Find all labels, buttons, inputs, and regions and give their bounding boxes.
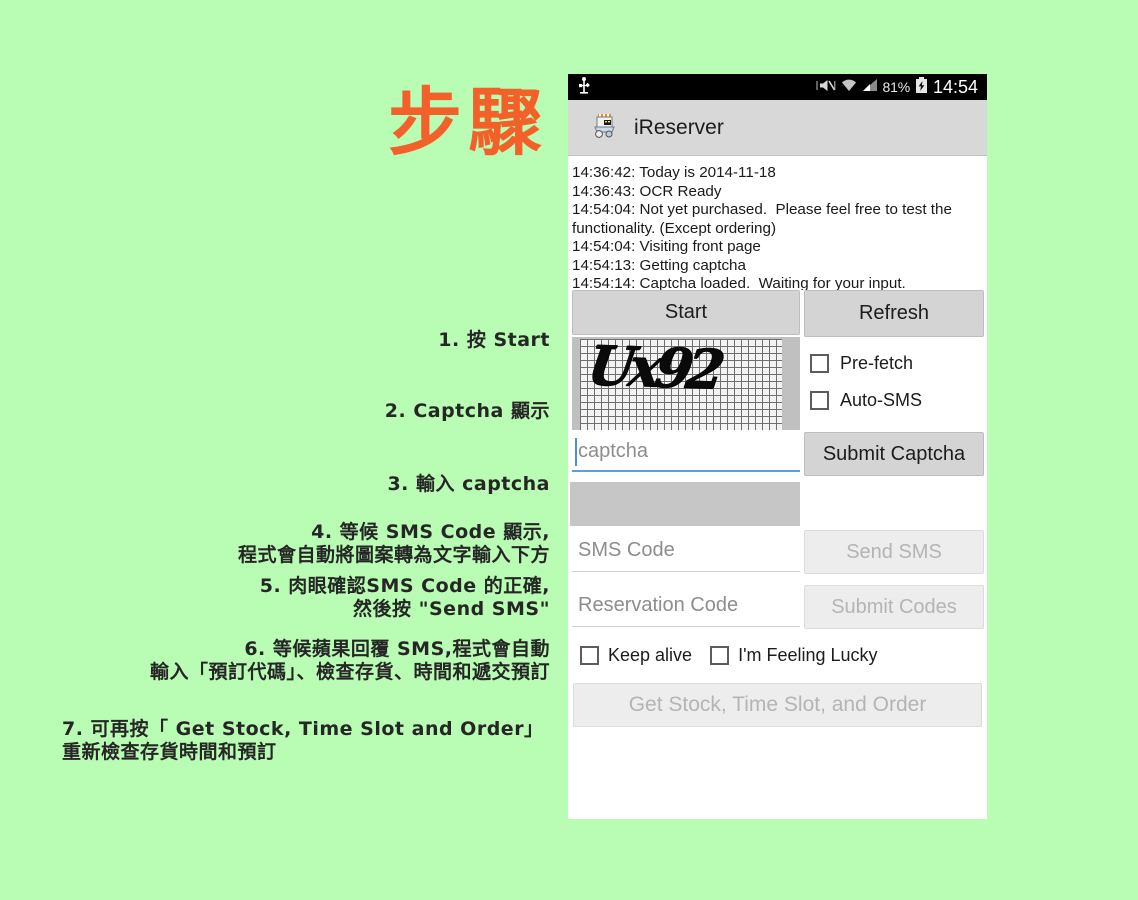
get-stock-button[interactable]: Get Stock, Time Slot, and Order (573, 683, 982, 727)
keepalive-checkbox-row[interactable]: Keep alive (580, 637, 692, 674)
ireserver-app-icon (590, 110, 620, 145)
feelinglucky-label: I'm Feeling Lucky (738, 645, 878, 665)
captcha-input[interactable]: captcha (572, 432, 800, 472)
autosms-checkbox-row[interactable]: Auto-SMS (810, 382, 987, 419)
captcha-row: Ux92 Pre-fetch Auto-SMS (568, 337, 987, 430)
wifi-icon (841, 78, 857, 96)
step-item-4: 4. 等候 SMS Code 顯示, 程式會自動將圖案轉為文字輸入下方 (237, 521, 550, 567)
action-bar: iReserver (568, 100, 987, 156)
status-left-icons (577, 76, 591, 98)
ocr-result-row (568, 482, 987, 526)
status-clock: 14:54 (932, 76, 978, 97)
log-output: 14:36:42: Today is 2014-11-18 14:36:43: … (572, 164, 952, 290)
battery-percent-label: 81% (882, 79, 911, 95)
phone-screenshot: 81% 14:54 iReserver 14:36:42: Today is 2… (568, 74, 987, 819)
autosms-label: Auto-SMS (840, 390, 923, 410)
reservation-code-row: Reservation Code Submit Codes (568, 585, 987, 629)
refresh-button[interactable]: Refresh (804, 290, 984, 337)
vibrate-mute-icon (815, 78, 836, 97)
app-title: iReserver (634, 115, 724, 139)
ocr-result-box (570, 482, 800, 526)
reservation-code-placeholder: Reservation Code (578, 594, 739, 616)
captcha-input-row: captcha Submit Captcha (568, 432, 987, 476)
send-sms-button[interactable]: Send SMS (804, 530, 984, 574)
checkbox-icon[interactable] (580, 646, 599, 665)
battery-charging-icon (915, 77, 928, 97)
feelinglucky-checkbox-row[interactable]: I'm Feeling Lucky (710, 637, 878, 674)
page-title: 步驟 (388, 80, 548, 166)
captcha-challenge-text: Ux92 (583, 337, 723, 402)
primary-actions-row: Start Refresh (568, 290, 987, 337)
app-content: 14:36:42: Today is 2014-11-18 14:36:43: … (568, 156, 987, 818)
signal-bars-icon (862, 78, 878, 96)
step-item-3: 3. 輸入 captcha (387, 473, 550, 495)
instructions-panel: 步驟 1. 按 Start 2. Captcha 顯示 3. 輸入 captch… (0, 0, 568, 900)
prefetch-label: Pre-fetch (840, 353, 914, 373)
text-caret (575, 438, 577, 466)
usb-icon (577, 76, 591, 98)
submit-captcha-button[interactable]: Submit Captcha (804, 432, 984, 476)
checkbox-icon[interactable] (810, 391, 829, 410)
bottom-options-row: Keep alive I'm Feeling Lucky (568, 637, 987, 674)
status-right-icons: 81% 14:54 (815, 76, 978, 98)
captcha-input-placeholder: captcha (578, 439, 649, 462)
captcha-image[interactable]: Ux92 (572, 337, 800, 430)
step-item-7: 7. 可再按「 Get Stock, Time Slot and Order」 … (62, 718, 544, 764)
step-item-6: 6. 等候蘋果回覆 SMS,程式會自動 輸入「預訂代碼」、檢查存貨、時間和遞交預… (149, 638, 550, 684)
step-item-5: 5. 肉眼確認SMS Code 的正確, 然後按 "Send SMS" (259, 575, 550, 621)
checkbox-icon[interactable] (710, 646, 730, 665)
sms-code-placeholder: SMS Code (578, 539, 675, 561)
step-item-2: 2. Captcha 顯示 (384, 400, 550, 422)
sms-code-input[interactable]: SMS Code (572, 530, 800, 572)
captcha-options-column: Pre-fetch Auto-SMS (802, 337, 987, 419)
submit-codes-button[interactable]: Submit Codes (804, 585, 984, 629)
prefetch-checkbox-row[interactable]: Pre-fetch (810, 345, 987, 382)
status-bar: 81% 14:54 (568, 74, 987, 100)
checkbox-icon[interactable] (810, 354, 829, 373)
keepalive-label: Keep alive (608, 645, 693, 665)
step-item-1: 1. 按 Start (438, 329, 550, 351)
sms-code-row: SMS Code Send SMS (568, 530, 987, 574)
start-button[interactable]: Start (572, 290, 800, 335)
reservation-code-input[interactable]: Reservation Code (572, 585, 800, 627)
